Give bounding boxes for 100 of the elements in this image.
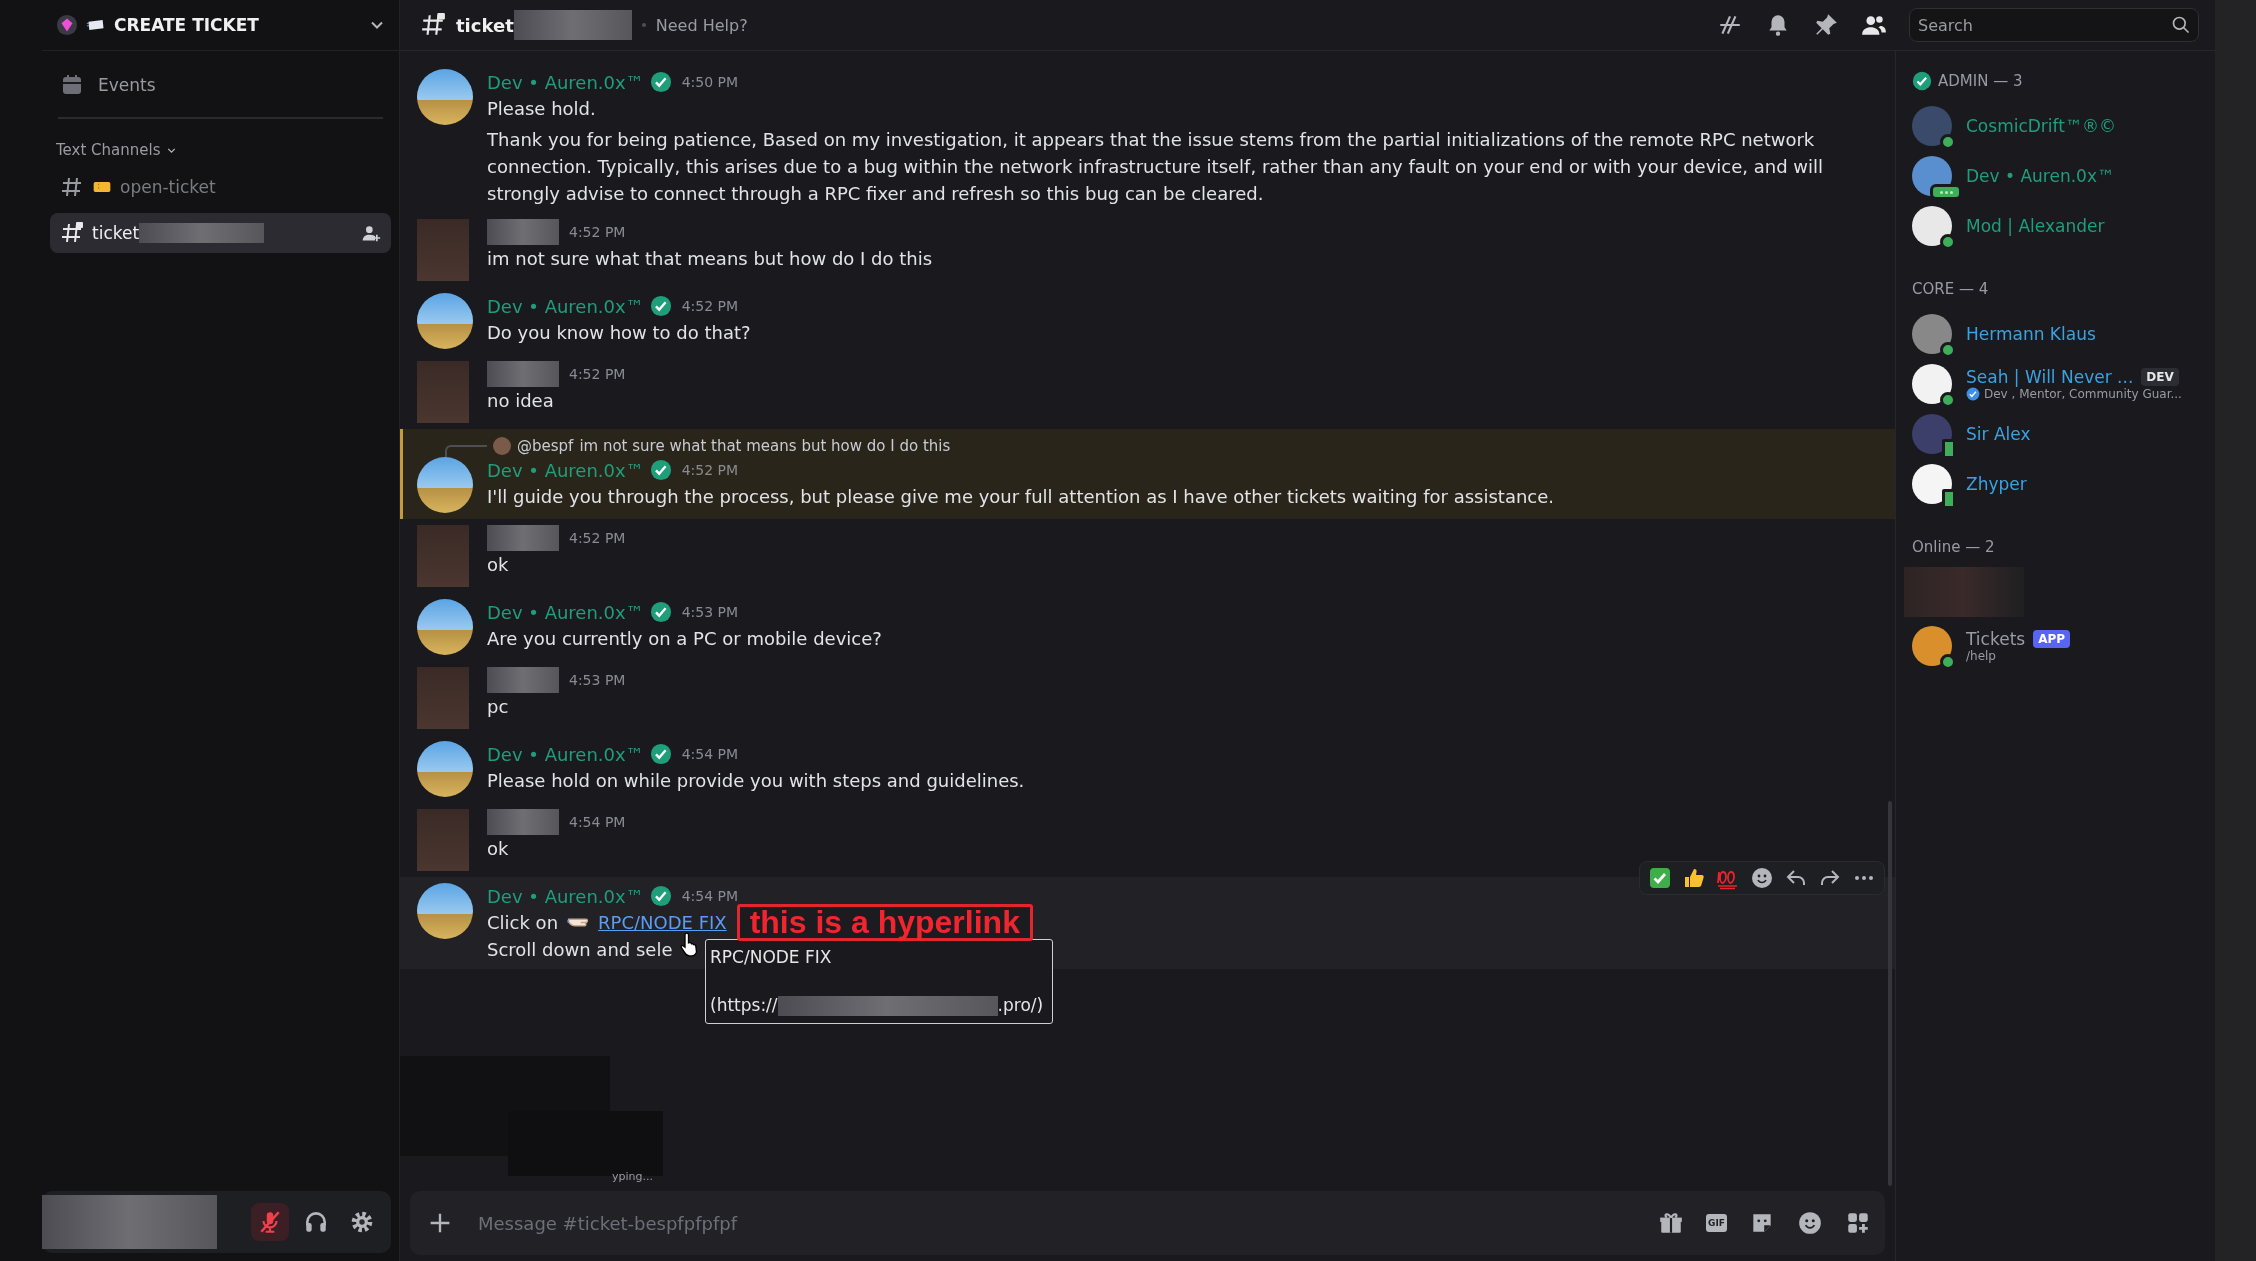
message-text: ok [487,553,509,577]
message-text: Are you currently on a PC or mobile device? [487,627,882,651]
message-text: Do you know how to do that? [487,321,751,345]
app-badge: APP [2033,630,2071,648]
avatar [493,437,511,455]
locked-hash-icon [60,221,84,245]
channel-item[interactable]: open-ticket [50,167,391,207]
avatar[interactable] [417,599,473,655]
author-name[interactable]: Dev • Auren.0x™ [487,601,644,623]
search-field[interactable]: Search [1909,8,2199,42]
thumbs-up-icon[interactable] [1682,866,1706,890]
message-text: I'll guide you through the process, but please give me your full attention as I have other tickets waiting for assistance. [487,485,1555,509]
reply-connector [445,445,487,457]
message-composer[interactable]: Message #ticket-bespfpfpfpf GIF [410,1191,1885,1255]
member-item[interactable]: Mod | Alexander [1912,201,2215,251]
timestamp: 4:54 PM [681,888,739,904]
message-text: Please hold. [487,97,596,121]
avatar[interactable] [417,293,473,349]
message-text: Thank you for being patience, Based on my investigation, it appears that the issue stems from the partial initializations of the remote RPC network connection. Typically, this arises due to a bug within the network infrastructure itself, rather than any fault on your end or with your device, and will strongly advise to connect through a RPC fixer and refresh so this bug can be cleared. [487,128,1825,206]
locked-hash-icon [420,12,446,38]
member-name: CosmicDrift™®© [1966,116,2116,136]
role-header: ADMIN — 3 [1938,72,2023,90]
reply-preview[interactable]: im not sure what that means but how do I do this [579,437,951,455]
author-name[interactable]: Dev • Auren.0x™ [487,459,644,481]
author-name[interactable]: Dev • Auren.0x™ [487,71,644,93]
member-item[interactable]: Seah | Will Never ... DEV Dev , Mentor, Community Guar... [1912,359,2215,409]
channel-item[interactable]: ticket [50,213,391,253]
message-text: Please hold on while provide you with steps and guidelines. [487,769,1025,793]
typing-status-icon [1930,184,1962,200]
reply-mention[interactable]: @bespf [517,437,574,455]
calendar-icon [60,73,84,97]
member-name: Hermann Klaus [1966,324,2096,344]
muted-mic-button[interactable] [251,1203,289,1241]
category-header[interactable]: Text Channels [50,139,391,161]
separator-dot [641,23,646,27]
apps-icon[interactable] [1845,1210,1871,1236]
search-icon [2171,15,2191,35]
author-name[interactable]: Dev • Auren.0x™ [487,885,644,907]
member-item[interactable]: Hermann Klaus [1912,309,2215,359]
verified-icon [649,459,672,481]
server-header[interactable]: CREATE TICKET [42,0,399,50]
verified-icon [649,295,672,317]
role-tag: DEV [2141,368,2179,386]
verified-icon [649,743,672,765]
check-emoji-icon[interactable] [1648,866,1672,890]
hyperlink[interactable]: RPC/NODE FIX [598,909,727,936]
gift-icon[interactable] [1658,1210,1685,1236]
headphones-icon [303,1209,329,1235]
member-item[interactable]: Tickets APP /help [1912,621,2215,671]
message-input[interactable]: Message #ticket-bespfpfpfpf [476,1211,1637,1235]
member-item[interactable]: Sir Alex [1912,409,2215,459]
channel-name: ticket [456,14,514,36]
message-text: Click on [487,911,559,935]
message-text: Scroll down and sele [487,938,673,962]
events-item[interactable]: Events [50,65,391,105]
member-name: Dev • Auren.0x™ [1966,166,2114,186]
channel-topic: Need Help? [655,15,748,35]
timestamp: 4:52 PM [681,298,739,314]
hash-icon [60,175,84,199]
timestamp: 4:53 PM [681,604,739,620]
member-name: Sir Alex [1966,424,2031,444]
message-text: no idea [487,389,554,413]
redacted-block [487,525,559,551]
annotation-label: this is a hyperlink [736,904,1033,941]
author-name[interactable]: Dev • Auren.0x™ [487,295,644,317]
member-name: Seah | Will Never ... [1966,367,2134,387]
member-name: Mod | Alexander [1966,216,2105,236]
redacted-block [487,809,559,835]
member-status-text: Dev , Mentor, Community Guar... [1984,387,2182,401]
emoji-icon[interactable] [1797,1210,1823,1236]
timestamp: 4:52 PM [681,462,739,478]
redacted-block [487,667,559,693]
timestamp: 4:54 PM [569,814,626,830]
verified-icon [649,885,672,907]
avatar[interactable] [417,69,473,125]
pin-icon[interactable] [1813,12,1839,38]
settings-icon [349,1209,375,1235]
author-name[interactable]: Dev • Auren.0x™ [487,743,644,765]
member-item[interactable]: Dev • Auren.0x™ [1912,151,2215,201]
verified-icon [649,601,672,623]
avatar[interactable] [417,457,473,513]
avatar[interactable] [417,741,473,797]
timestamp: 4:53 PM [569,672,626,688]
timestamp: 4:52 PM [569,366,626,382]
redacted-block [487,361,559,387]
add-member-icon[interactable] [361,223,381,243]
tooltip-url: .pro/) [997,994,1044,1017]
verified-icon [649,71,672,93]
mobile-status-icon [1942,489,1956,509]
timestamp: 4:50 PM [681,74,739,90]
message-text: pc [487,695,509,719]
timestamp: 4:54 PM [681,746,739,762]
member-item[interactable]: CosmicDrift™®© [1912,101,2215,151]
member-item[interactable]: Zhyper [1912,459,2215,509]
gif-button[interactable]: GIF [1706,1214,1727,1232]
add-reaction-icon[interactable] [1750,866,1774,890]
member-name: Zhyper [1966,474,2027,494]
member-status-text: /help [1966,649,1996,663]
message-text: im not sure what that means but how do I do this [487,247,933,271]
avatar[interactable] [417,883,473,939]
